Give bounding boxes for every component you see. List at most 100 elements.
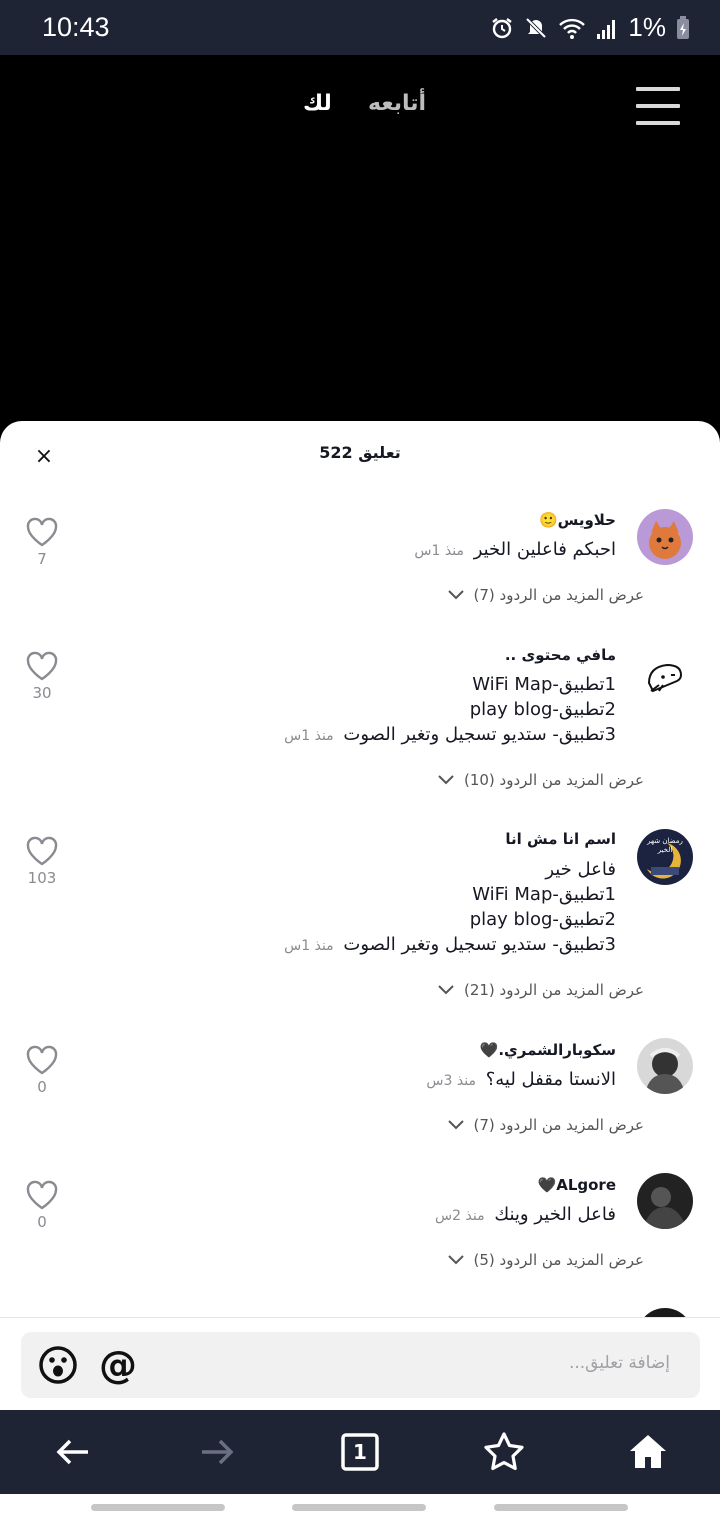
comment-text: فاعل الخير وينك منذ 2س [435,1202,616,1229]
comment-username[interactable]: ALgore🖤 [538,1176,616,1194]
heart-icon [26,1180,58,1210]
comment-item: سكوبارالشمري.🖤 الانستا مقفل ليه؟ منذ 3س … [0,1038,720,1168]
comment-line: 3تطبيق- ستديو تسجيل وتغير الصوت [343,934,616,955]
star-icon [484,1432,524,1471]
view-replies-button[interactable]: عرض المزيد من الردود (5) [447,1251,645,1269]
avatar-text: رمضان شهر الخير [647,837,683,854]
avatar[interactable] [637,1173,693,1229]
comment-line: فاعل خير [545,859,616,880]
comment-line: فاعل الخير وينك [494,1204,616,1225]
mention-button[interactable]: @ [99,1345,137,1385]
chevron-down-icon [447,590,464,600]
like-button[interactable]: 30 [22,650,62,702]
like-count: 0 [37,1213,47,1231]
comment-input[interactable]: إضافة تعليق... @ [21,1332,700,1398]
tab-following[interactable]: أتابعه [368,91,426,116]
menu-icon[interactable] [636,87,680,125]
gesture-pill [292,1504,426,1511]
heart-icon [26,517,58,547]
view-replies-label: عرض المزيد من الردود (10) [463,771,644,789]
status-bar: 10:43 1% [0,0,720,55]
comment-time: منذ 1س [284,938,334,954]
like-button[interactable]: 0 [22,1044,62,1096]
arrow-right-icon [202,1439,234,1465]
status-time: 10:43 [42,12,110,42]
heart-icon [26,836,58,866]
chevron-down-icon [447,1120,464,1130]
view-replies-button[interactable]: عرض المزيد من الردود (7) [447,586,645,604]
comment-line: 1تطبيق-WiFi Map [472,674,616,695]
chevron-down-icon [438,775,454,785]
heart-icon [26,651,58,681]
comment-text: احبكم فاعلين الخير منذ 1س [414,537,616,564]
comment-item: رمضان شهر الخير اسم انا مش انا فاعل خير … [0,829,720,1029]
emoji-icon [39,1346,77,1384]
comment-line-last: 3تطبيق- ستديو تسجيل وتغير الصوت منذ 1س [284,932,616,959]
browser-bottom-nav: 1 [0,1410,720,1494]
battery-charging-icon [677,15,689,39]
comment-time: منذ 3س [426,1073,476,1089]
like-count: 0 [37,1078,47,1096]
view-replies-button[interactable]: عرض المزيد من الردود (7) [447,1116,644,1134]
tab-for-you[interactable]: لك [303,91,332,116]
comments-header: × 522 تعليق [0,421,720,491]
view-replies-button[interactable]: عرض المزيد من الردود (10) [438,771,644,789]
bookmark-button[interactable] [482,1430,526,1474]
comment-input-placeholder: إضافة تعليق... [568,1353,670,1373]
comment-time: منذ 1س [284,728,334,744]
like-count: 30 [32,684,52,702]
like-button[interactable]: 103 [22,835,62,887]
emoji-button[interactable] [38,1345,78,1389]
battery-percent: 1% [628,12,666,42]
view-replies-button[interactable]: عرض المزيد من الردود (21) [438,981,644,999]
wifi-icon [559,18,586,39]
back-button[interactable] [52,1430,96,1474]
like-count: 7 [37,550,47,568]
tabs-button[interactable]: 1 [338,1430,382,1474]
chevron-down-icon [438,985,454,995]
comments-sheet: × 522 تعليق حلاويس🙂 احبكم فاعلين الخير م… [0,421,720,1410]
like-button[interactable]: 0 [22,1179,62,1231]
view-replies-label: عرض المزيد من الردود (7) [473,586,645,604]
arrow-left-icon [56,1439,88,1465]
like-button[interactable]: 7 [22,516,62,568]
avatar[interactable]: رمضان شهر الخير [637,829,693,885]
comment-item: حلاويس🙂 احبكم فاعلين الخير منذ 1س 7 عرض … [0,508,720,638]
heart-icon [26,1045,58,1075]
comment-count: 522 تعليق [319,443,401,462]
like-count: 103 [27,869,57,887]
avatar[interactable] [637,509,693,565]
comment-line: احبكم فاعلين الخير [473,539,616,560]
comment-line: الانستا مقفل ليه؟ [485,1069,616,1090]
chevron-down-icon [447,1255,464,1265]
comment-line: 3تطبيق- ستديو تسجيل وتغير الصوت [343,724,616,745]
home-button[interactable] [626,1430,670,1474]
signal-icon [597,19,616,39]
tab-count: 1 [353,1440,367,1464]
comment-time: منذ 2س [435,1208,485,1224]
comment-username[interactable]: سكوبارالشمري.🖤 [480,1041,616,1059]
comment-username[interactable]: اسم انا مش انا [505,830,616,848]
comment-username[interactable]: مافي محتوى .. [505,646,616,664]
comment-item: ALgore🖤 فاعل الخير وينك منذ 2س 0 عرض الم… [0,1173,720,1303]
comment-line: 2تطبيق-play blog [469,909,616,930]
comment-text: فاعل خير 1تطبيق-WiFi Map 2تطبيق-play blo… [284,857,616,959]
comment-line: 1تطبيق-WiFi Map [472,884,616,905]
gesture-pill [91,1504,225,1511]
view-replies-label: عرض المزيد من الردود (5) [473,1251,645,1269]
comment-item: مافي محتوى .. 1تطبيق-WiFi Map 2تطبيق-pla… [0,644,720,824]
comment-username[interactable]: حلاويس🙂 [539,511,616,529]
comment-text: الانستا مقفل ليه؟ منذ 3س [426,1067,616,1094]
mute-icon [526,17,547,38]
avatar[interactable] [637,1038,693,1094]
comment-input-bar: إضافة تعليق... @ [0,1317,720,1410]
comment-time: منذ 1س [414,543,464,559]
view-replies-label: عرض المزيد من الردود (21) [463,981,644,999]
video-feed-area: أتابعه لك [0,55,720,425]
gesture-pill [494,1504,628,1511]
forward-button[interactable] [194,1430,238,1474]
comment-line: 2تطبيق-play blog [469,699,616,720]
avatar[interactable] [637,647,693,703]
gesture-bar [0,1494,720,1520]
comment-text: 1تطبيق-WiFi Map 2تطبيق-play blog 3تطبيق-… [284,672,616,749]
